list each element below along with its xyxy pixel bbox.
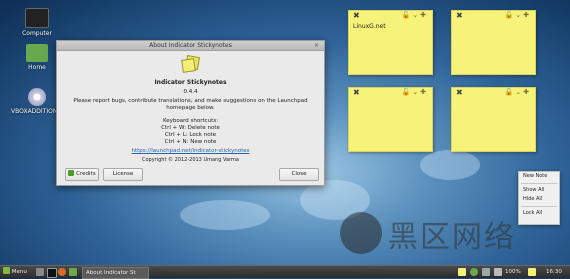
- close-icon[interactable]: ✖: [353, 11, 360, 20]
- firefox-icon[interactable]: [58, 268, 66, 276]
- wallpaper-splash: [180, 200, 270, 230]
- sticky-note[interactable]: ✖ 🔓⌄✚: [451, 10, 536, 75]
- close-icon[interactable]: ✖: [353, 88, 360, 97]
- taskbar-window[interactable]: About Indicator St: [82, 267, 149, 279]
- dialog-titlebar[interactable]: About Indicator Stickynotes ×: [57, 41, 324, 51]
- app-version: 0.4.4: [183, 89, 198, 95]
- sticky-note[interactable]: ✖ 🔓⌄✚: [451, 87, 536, 152]
- show-desktop-icon[interactable]: [36, 268, 44, 276]
- menu-label: Menu: [11, 269, 27, 275]
- copyright: Copyright © 2012-2013 Umang Varma: [142, 157, 239, 163]
- menu-separator: [521, 206, 557, 207]
- close-icon[interactable]: ✖: [456, 88, 463, 97]
- credits-icon: [68, 170, 75, 176]
- note-controls[interactable]: 🔓⌄✚: [402, 88, 428, 96]
- files-icon[interactable]: [69, 268, 77, 276]
- app-description: Please report bugs, contribute translati…: [73, 98, 308, 111]
- shortcut-line: Ctrl + L: Lock note: [164, 132, 217, 138]
- menu-icon: [3, 267, 10, 274]
- menu-separator: [521, 183, 557, 184]
- desktop-icon-computer[interactable]: Computer: [11, 8, 63, 37]
- close-icon[interactable]: ✖: [456, 11, 463, 20]
- network-icon[interactable]: [482, 268, 490, 276]
- watermark-text: 黑区网络: [388, 220, 516, 255]
- note-controls[interactable]: 🔓⌄✚: [505, 11, 531, 19]
- license-label: License: [112, 171, 134, 177]
- taskbar-window-label: About Indicator St: [86, 270, 136, 276]
- close-button[interactable]: Close: [279, 168, 319, 181]
- bottom-panel: Menu About Indicator St 100% 16:30: [0, 265, 570, 279]
- home-folder-icon: [26, 44, 48, 62]
- close-icon[interactable]: ×: [314, 41, 319, 50]
- about-dialog: About Indicator Stickynotes × Indicator …: [56, 40, 325, 186]
- desktop-icon-label: Computer: [22, 30, 52, 37]
- battery-percentage[interactable]: 100%: [505, 266, 521, 278]
- dialog-title: About Indicator Stickynotes: [149, 42, 232, 49]
- note-text[interactable]: LinuxG.net: [353, 23, 386, 30]
- update-icon[interactable]: [470, 268, 478, 276]
- note-controls[interactable]: 🔓⌄✚: [402, 11, 428, 19]
- menu-item-hide-all[interactable]: Hide All: [519, 195, 559, 204]
- menu-button[interactable]: Menu: [3, 266, 27, 278]
- shortcut-line: Ctrl + W: Delete note: [161, 125, 220, 131]
- clock[interactable]: 16:30: [546, 266, 562, 278]
- license-button[interactable]: License: [103, 168, 143, 181]
- app-logo-icon: [181, 54, 201, 73]
- credits-label: Credits: [76, 171, 96, 177]
- disc-icon: [28, 88, 46, 106]
- monitor-icon: [25, 8, 49, 28]
- close-label: Close: [291, 171, 307, 177]
- notes-tray-icon[interactable]: [528, 268, 536, 276]
- volume-icon[interactable]: [494, 268, 502, 276]
- sticky-note[interactable]: ✖ 🔓⌄✚: [348, 87, 433, 152]
- watermark-logo: [340, 212, 382, 254]
- note-controls[interactable]: 🔓⌄✚: [505, 88, 531, 96]
- shortcuts-title: Keyboard shortcuts:: [162, 118, 219, 124]
- wallpaper-splash: [420, 150, 480, 180]
- indicator-menu: New Note Show All Hide All Lock All: [518, 171, 560, 225]
- menu-item-lock-all[interactable]: Lock All: [519, 209, 559, 218]
- indicator-stickynotes-icon[interactable]: [458, 268, 466, 276]
- sticky-note[interactable]: ✖ 🔓⌄✚ LinuxG.net: [348, 10, 433, 75]
- app-name: Indicator Stickynotes: [154, 79, 227, 86]
- homepage-link[interactable]: https://launchpad.net/indicator-stickyno…: [57, 148, 324, 154]
- credits-button[interactable]: Credits: [65, 168, 99, 181]
- desktop-icon-label: Home: [28, 64, 46, 71]
- shortcut-line: Ctrl + N: New note: [164, 139, 217, 145]
- menu-item-new-note[interactable]: New Note: [519, 172, 559, 181]
- menu-item-show-all[interactable]: Show All: [519, 186, 559, 195]
